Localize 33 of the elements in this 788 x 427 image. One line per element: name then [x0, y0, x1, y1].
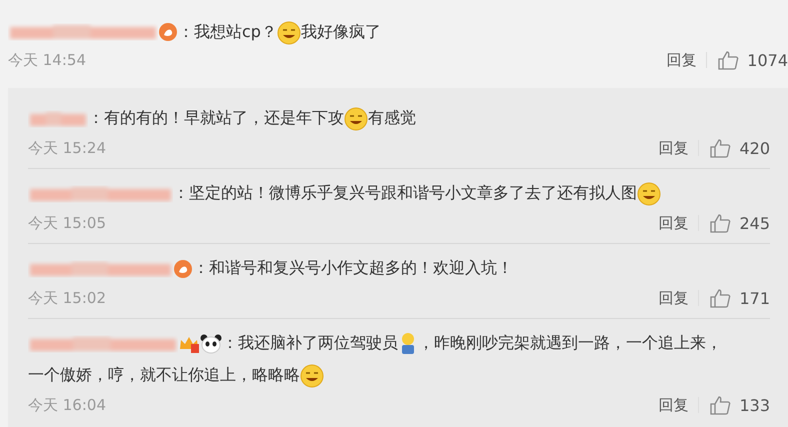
emoji-icon	[300, 364, 324, 388]
reply-link[interactable]: 回复	[658, 214, 688, 232]
reply-link[interactable]: 回复	[658, 396, 688, 414]
panda-icon	[200, 334, 222, 354]
comment-time: 今天 14:54	[8, 50, 86, 70]
thumbs-up-icon[interactable]	[709, 138, 732, 158]
comment-text: ：有的有的！早就站了，还是年下攻 有感觉	[88, 108, 416, 127]
comment-time: 今天 15:24	[28, 138, 106, 158]
badge-icon	[158, 22, 178, 42]
reply-link[interactable]: 回复	[658, 288, 688, 308]
like-count: 133	[739, 396, 770, 414]
thumbs-up-icon[interactable]	[709, 288, 732, 308]
emoji-icon	[276, 20, 301, 45]
comment-time: 今天 15:05	[28, 214, 106, 232]
like-count: 1074	[747, 50, 788, 70]
like-count: 245	[739, 214, 770, 232]
badge-icon	[173, 258, 193, 279]
thumbs-up-icon[interactable]	[717, 50, 740, 70]
like-count: 171	[739, 288, 770, 308]
thumbs-up-icon[interactable]	[709, 213, 732, 233]
comment-text: ：和谐号和复兴号小作文超多的！欢迎入坑！	[193, 258, 513, 277]
comment-text: ：我想站cp？ 我好像疯了	[178, 16, 381, 48]
comment-text: ：我还脑补了两位驾驶员 ，昨晚刚吵完架就遇到一路，一个追上来，	[222, 333, 722, 352]
thumbs-up-icon[interactable]	[709, 395, 732, 415]
reply-link[interactable]: 回复	[658, 138, 688, 158]
comment-time: 今天 15:02	[28, 288, 106, 308]
emoji-icon	[344, 106, 368, 131]
emoji-icon	[637, 182, 661, 206]
reply-link[interactable]: 回复	[666, 50, 696, 70]
comment-text: ：坚定的站！微博乐乎复兴号跟和谐号小文章多了去了还有拟人图	[173, 183, 661, 202]
like-count: 420	[739, 138, 770, 158]
comment-text: 一个傲娇，哼，就不让你追上，略略略	[28, 365, 324, 384]
comment-time: 今天 16:04	[28, 396, 106, 414]
